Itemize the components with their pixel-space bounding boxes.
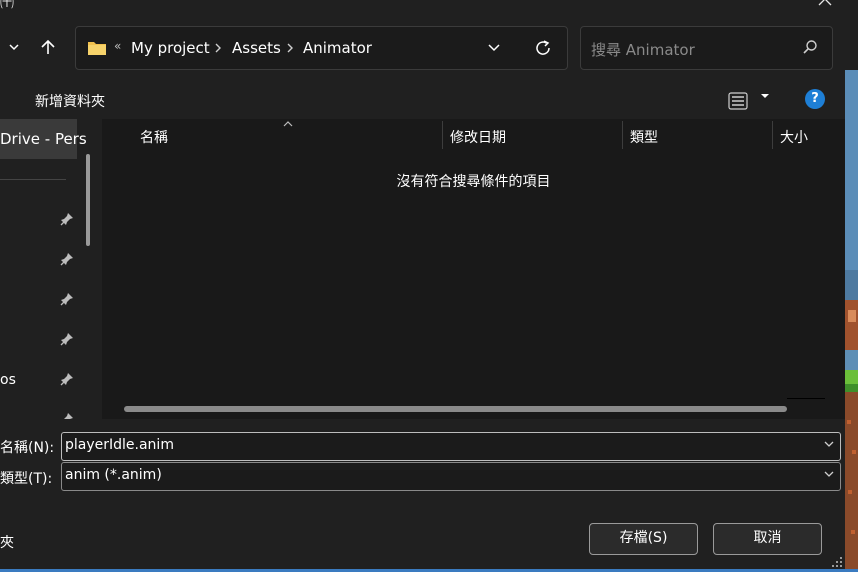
cancel-button[interactable]: 取消 bbox=[713, 523, 822, 555]
chevron-down-icon[interactable] bbox=[821, 436, 837, 456]
hide-folders-toggle[interactable]: 夾 bbox=[0, 532, 14, 552]
chevron-down-icon[interactable] bbox=[821, 466, 837, 486]
save-button[interactable]: 存檔(S) bbox=[589, 523, 698, 555]
close-icon[interactable] bbox=[815, 0, 835, 9]
save-form: 名稱(N): playerIdle.anim 類型(T): anim (*.an… bbox=[0, 419, 845, 569]
view-options-icon[interactable] bbox=[728, 91, 748, 115]
pin-icon bbox=[60, 372, 74, 390]
view-chevron-down-icon[interactable] bbox=[760, 91, 770, 104]
file-type-label: 類型(T): bbox=[0, 471, 53, 487]
breadcrumb-animator[interactable]: Animator bbox=[303, 39, 372, 57]
horizontal-scrollbar[interactable] bbox=[124, 406, 787, 412]
column-divider[interactable] bbox=[622, 121, 623, 149]
search-box[interactable]: 搜尋 Animator bbox=[580, 26, 833, 70]
sort-ascending-icon bbox=[282, 117, 294, 131]
empty-message: 沒有符合搜尋條件的項目 bbox=[396, 174, 551, 190]
new-folder-button[interactable]: 新增資料夾 bbox=[35, 91, 105, 111]
column-divider[interactable] bbox=[442, 121, 443, 149]
search-icon[interactable] bbox=[802, 39, 818, 59]
pin-icon bbox=[60, 292, 74, 310]
chevron-right-icon bbox=[286, 42, 294, 58]
nav-item-quick-access[interactable]: os bbox=[0, 369, 78, 393]
breadcrumb-overflow[interactable]: « bbox=[114, 39, 121, 53]
nav-item-quick-access[interactable] bbox=[0, 409, 78, 419]
scrollbar-edge bbox=[787, 398, 825, 399]
address-history-chevron-icon[interactable] bbox=[487, 42, 501, 58]
file-list[interactable]: 名稱 修改日期 類型 大小 沒有符合搜尋條件的項目 bbox=[102, 119, 845, 419]
address-bar[interactable]: « My project Assets Animator bbox=[75, 26, 568, 70]
breadcrumb-my-project[interactable]: My project bbox=[131, 39, 210, 57]
nav-item-quick-access[interactable] bbox=[0, 289, 78, 313]
pin-icon bbox=[60, 332, 74, 350]
background-window bbox=[845, 0, 858, 572]
nav-item-quick-access[interactable] bbox=[0, 249, 78, 273]
column-name[interactable]: 名稱 bbox=[140, 127, 168, 147]
folder-icon bbox=[87, 40, 107, 60]
column-divider[interactable] bbox=[772, 121, 773, 149]
file-name-value[interactable]: playerIdle.anim bbox=[65, 437, 174, 453]
column-header-row: 名稱 修改日期 類型 大小 bbox=[102, 119, 845, 151]
nav-item-label: Drive - Pers bbox=[0, 130, 87, 148]
title-bar: ㈩ bbox=[0, 0, 845, 22]
pin-icon bbox=[60, 412, 74, 419]
file-type-select[interactable]: anim (*.anim) bbox=[61, 462, 841, 491]
chevron-down-icon[interactable] bbox=[4, 36, 24, 58]
breadcrumb-assets[interactable]: Assets bbox=[232, 39, 281, 57]
pin-icon bbox=[60, 252, 74, 270]
nav-item-onedrive[interactable]: Drive - Pers bbox=[0, 119, 87, 159]
nav-item-label: os bbox=[0, 372, 16, 388]
navigation-pane: Drive - Pers os bbox=[0, 119, 100, 419]
file-type-value[interactable]: anim (*.anim) bbox=[65, 467, 162, 483]
window-title: ㈩ bbox=[0, 0, 14, 11]
column-size[interactable]: 大小 bbox=[780, 127, 808, 147]
column-type[interactable]: 類型 bbox=[630, 127, 658, 147]
chevron-right-icon bbox=[214, 42, 222, 58]
command-bar: 新增資料夾 ? bbox=[0, 83, 845, 119]
nav-divider bbox=[0, 179, 66, 180]
help-icon[interactable]: ? bbox=[805, 89, 825, 109]
up-arrow-icon[interactable] bbox=[36, 36, 60, 58]
nav-scrollbar[interactable] bbox=[86, 154, 90, 246]
nav-item-quick-access[interactable] bbox=[0, 209, 78, 233]
refresh-icon[interactable] bbox=[534, 39, 552, 61]
search-placeholder[interactable]: 搜尋 Animator bbox=[591, 39, 695, 60]
pin-icon bbox=[60, 212, 74, 230]
file-name-label: 名稱(N): bbox=[0, 440, 55, 456]
nav-item-quick-access[interactable] bbox=[0, 329, 78, 353]
file-name-field[interactable]: playerIdle.anim bbox=[61, 432, 841, 461]
column-modified[interactable]: 修改日期 bbox=[450, 127, 506, 147]
